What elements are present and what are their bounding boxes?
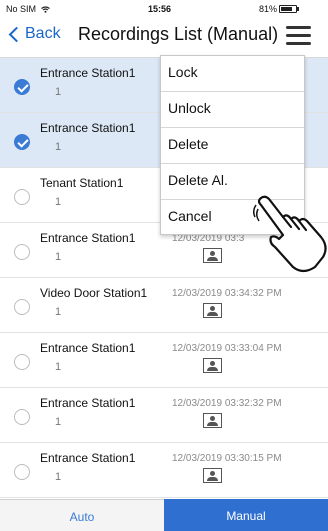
radio-check-icon[interactable] bbox=[14, 464, 30, 480]
recording-timestamp: 12/03/2019 03:30:15 PM bbox=[172, 453, 282, 464]
recording-timestamp: 12/03/2019 03:34:32 PM bbox=[172, 288, 282, 299]
unit-number: 1 bbox=[55, 196, 62, 208]
battery-level bbox=[281, 7, 292, 11]
carrier-text: No SIM bbox=[6, 4, 37, 14]
station-name: Entrance Station1 bbox=[40, 451, 136, 465]
unit-number: 1 bbox=[55, 361, 62, 373]
radio-check-icon[interactable] bbox=[14, 79, 30, 95]
menu-item-lock[interactable]: Lock bbox=[161, 56, 304, 92]
battery-percent: 81% bbox=[259, 4, 278, 14]
radio-check-icon[interactable] bbox=[14, 299, 30, 315]
hamburger-menu-icon[interactable] bbox=[286, 25, 311, 47]
radio-check-icon[interactable] bbox=[14, 409, 30, 425]
station-name: Video Door Station1 bbox=[40, 286, 148, 300]
recording-timestamp: 12/03/2019 03:33:04 PM bbox=[172, 343, 282, 354]
unit-number: 1 bbox=[55, 306, 62, 318]
navigation-bar: Back Recordings List (Manual) bbox=[0, 18, 328, 58]
radio-check-icon[interactable] bbox=[14, 354, 30, 370]
photo-icon bbox=[203, 358, 222, 373]
unit-number: 1 bbox=[55, 251, 62, 263]
status-time: 15:56 bbox=[148, 4, 172, 14]
photo-icon bbox=[203, 413, 222, 428]
list-item[interactable]: Entrance Station1 1 12/03/2019 03:32:32 PM bbox=[0, 388, 328, 443]
wifi-icon bbox=[40, 6, 50, 13]
menu-item-unlock[interactable]: Unlock bbox=[161, 92, 304, 128]
photo-icon bbox=[203, 248, 222, 263]
station-name: Tenant Station1 bbox=[40, 176, 124, 190]
tab-auto[interactable]: Auto bbox=[0, 499, 164, 531]
unit-number: 1 bbox=[55, 416, 62, 428]
station-name: Entrance Station1 bbox=[40, 66, 136, 80]
radio-check-icon[interactable] bbox=[14, 134, 30, 150]
station-name: Entrance Station1 bbox=[40, 121, 136, 135]
battery-tip bbox=[297, 7, 299, 11]
list-item[interactable]: Video Door Station1 1 12/03/2019 03:34:32 … bbox=[0, 278, 328, 333]
chevron-left-icon bbox=[8, 26, 25, 42]
station-name: Entrance Station1 bbox=[40, 396, 136, 410]
carrier-label: No SIM bbox=[6, 4, 50, 14]
unit-number: 1 bbox=[55, 141, 62, 153]
recording-timestamp: 12/03/2019 03:32:32 PM bbox=[172, 398, 282, 409]
unit-number: 1 bbox=[55, 86, 62, 98]
station-name: Entrance Station1 bbox=[40, 341, 136, 355]
pointing-hand-icon bbox=[253, 195, 327, 273]
back-label: Back bbox=[25, 25, 61, 42]
radio-check-icon[interactable] bbox=[14, 244, 30, 260]
radio-check-icon[interactable] bbox=[14, 189, 30, 205]
menu-item-delete[interactable]: Delete bbox=[161, 128, 304, 164]
photo-icon bbox=[203, 303, 222, 318]
photo-icon bbox=[203, 468, 222, 483]
tab-manual[interactable]: Manual bbox=[164, 499, 328, 531]
page-title: Recordings List (Manual) bbox=[78, 24, 279, 44]
status-bar: No SIM 15:56 81% bbox=[0, 0, 328, 18]
station-name: Entrance Station1 bbox=[40, 231, 136, 245]
list-item[interactable]: Entrance Station1 1 12/03/2019 03:30:15 PM bbox=[0, 443, 328, 498]
list-item[interactable]: Entrance Station1 1 12/03/2019 03:33:04 PM bbox=[0, 333, 328, 388]
tab-bar: Auto Manual bbox=[0, 499, 328, 531]
back-button[interactable]: Back bbox=[6, 25, 61, 43]
unit-number: 1 bbox=[55, 471, 62, 483]
battery-icon bbox=[279, 5, 297, 13]
